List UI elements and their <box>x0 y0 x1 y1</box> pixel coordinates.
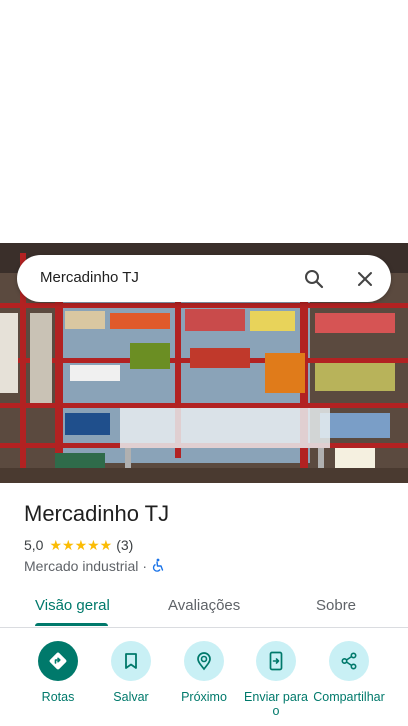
share-icon <box>329 641 369 681</box>
place-title: Mercadinho TJ <box>24 501 170 526</box>
save-label: Salvar <box>113 690 149 704</box>
send-to-phone-icon <box>256 641 296 681</box>
tab-bar: Visão geral Avaliações Sobre <box>0 585 408 628</box>
tab-about[interactable]: Sobre <box>316 597 356 614</box>
save-button[interactable]: Salvar <box>95 641 167 704</box>
active-tab-indicator <box>35 623 108 626</box>
directions-icon <box>38 641 78 681</box>
send-to-phone-button[interactable]: Enviar para o <box>240 641 312 718</box>
nearby-icon <box>184 641 224 681</box>
directions-label: Rotas <box>41 690 75 704</box>
nearby-label: Próximo <box>181 690 227 704</box>
rating-row[interactable]: 5,0 ★★★★★ (3) <box>24 536 392 554</box>
bookmark-icon <box>111 641 151 681</box>
review-count: (3) <box>116 537 134 553</box>
rating-value: 5,0 <box>24 537 44 553</box>
star-rating-icon: ★★★★★ <box>49 538 112 552</box>
search-bar[interactable]: Mercadinho TJ <box>17 255 391 302</box>
share-button[interactable]: Compartilhar <box>313 641 385 704</box>
send-to-phone-label: Enviar para o <box>244 690 308 718</box>
separator: · <box>142 558 148 574</box>
wheelchair-icon <box>151 558 165 575</box>
search-icon[interactable] <box>300 265 328 293</box>
search-input[interactable]: Mercadinho TJ <box>40 269 139 286</box>
stars: ★★★★★ <box>49 537 113 553</box>
directions-button[interactable]: Rotas <box>22 641 94 704</box>
nearby-button[interactable]: Próximo <box>168 641 240 704</box>
tab-overview[interactable]: Visão geral <box>35 597 110 614</box>
action-bar: Rotas Salvar Próximo Enviar para o Compa… <box>0 641 408 726</box>
share-label: Compartilhar <box>313 690 385 704</box>
category-row: Mercado industrial · <box>24 557 392 575</box>
close-icon[interactable] <box>351 265 379 293</box>
tab-reviews[interactable]: Avaliações <box>168 597 240 614</box>
place-category: Mercado industrial <box>24 558 139 574</box>
place-info: Mercadinho TJ 5,0 ★★★★★ (3) Mercado indu… <box>24 500 392 575</box>
